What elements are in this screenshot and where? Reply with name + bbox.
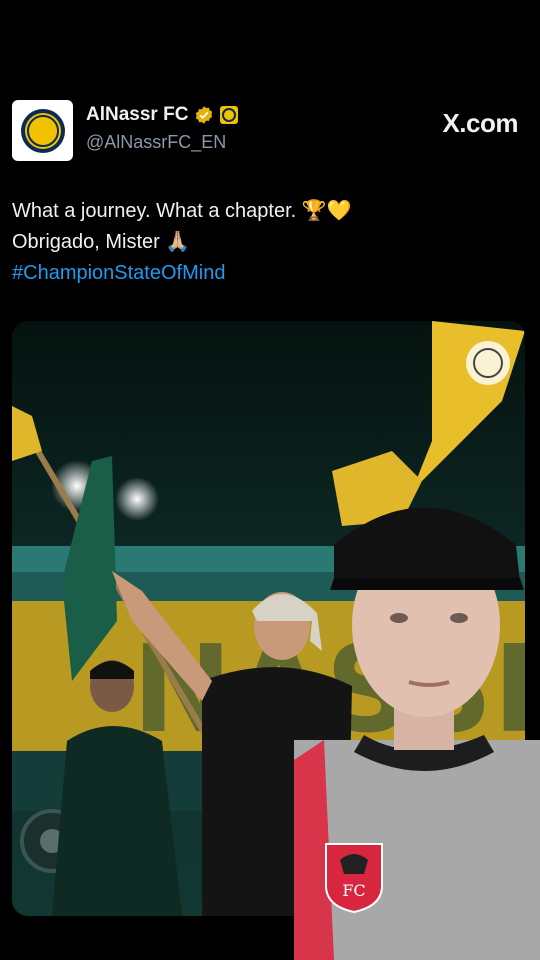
tweet-line-2: Obrigado, Mister 🙏🏼: [12, 231, 191, 253]
tweet-text: What a journey. What a chapter. 🏆💛 Obrig…: [12, 196, 522, 289]
tweet-hashtag[interactable]: #ChampionStateOfMind: [12, 258, 522, 289]
account-name-row: AlNassr FC: [86, 104, 239, 126]
brand-label: X.com: [442, 108, 518, 138]
account-avatar[interactable]: [12, 100, 73, 161]
verified-badge-icon: [196, 106, 213, 124]
display-name[interactable]: AlNassr FC: [86, 104, 188, 126]
affiliate-badge-icon: [220, 106, 239, 124]
tweet-line-1: What a journey. What a chapter. 🏆💛: [12, 200, 352, 222]
alnassr-crest-icon: [20, 108, 65, 153]
account-handle[interactable]: @AlNassrFC_EN: [86, 132, 226, 153]
svg-text:FC: FC: [342, 881, 365, 900]
club-crest-icon: FC: [325, 843, 383, 914]
